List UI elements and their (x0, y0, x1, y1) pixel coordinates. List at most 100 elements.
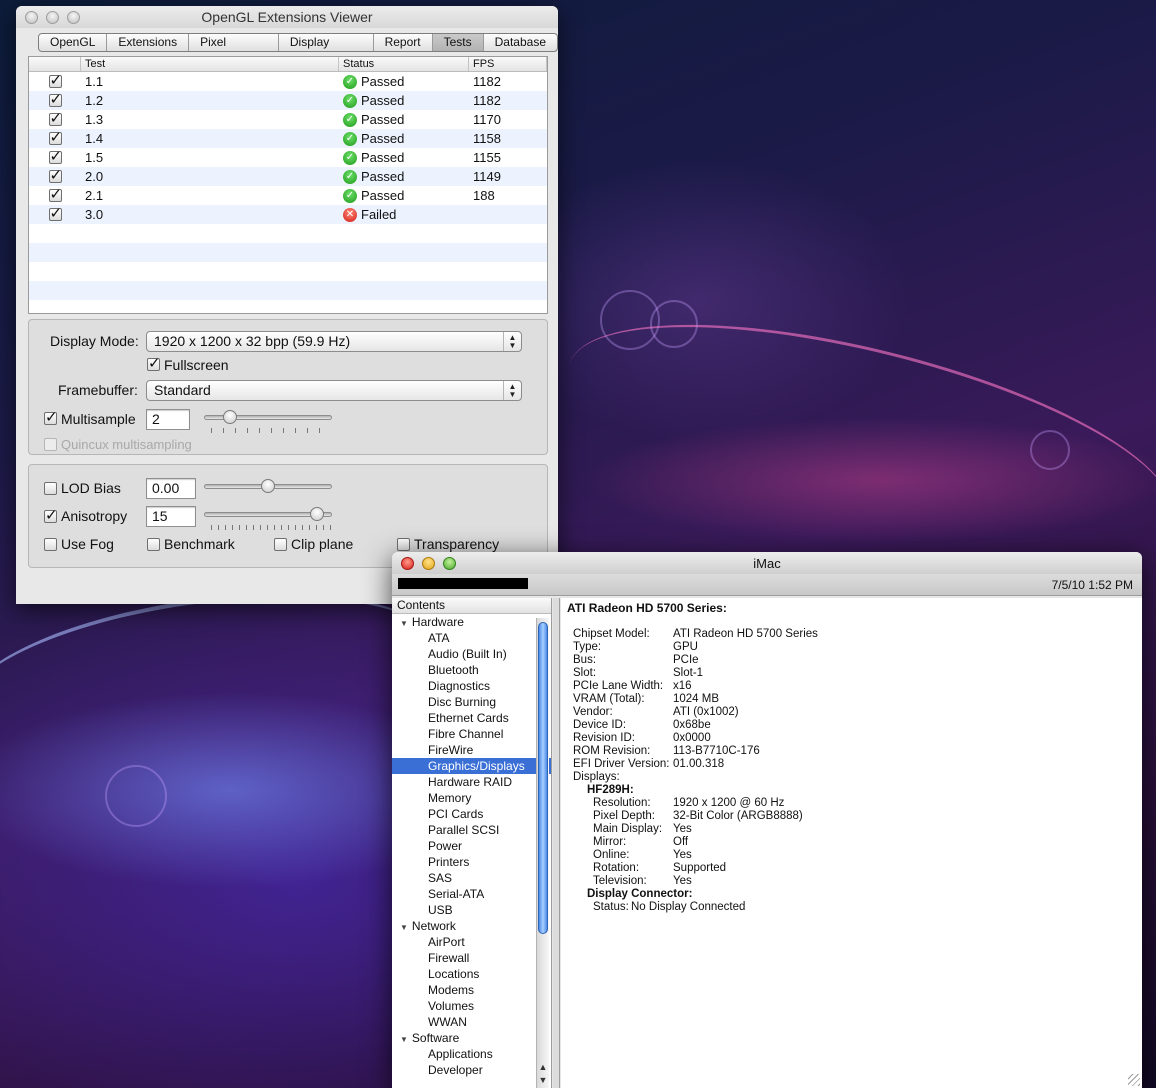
zoom-button[interactable] (67, 10, 80, 24)
tree-item-printers[interactable]: Printers (392, 854, 551, 870)
multisample-field[interactable]: 2 (146, 409, 190, 430)
tree-item-hardware-raid[interactable]: Hardware RAID (392, 774, 551, 790)
tree-item-applications[interactable]: Applications (392, 1046, 551, 1062)
info-key: Chipset Model: (573, 628, 650, 640)
test-checkbox[interactable] (48, 185, 62, 203)
scroll-up-icon[interactable]: ▲ (537, 1062, 549, 1072)
tree-item-memory[interactable]: Memory (392, 790, 551, 806)
tree-item-fibre-channel[interactable]: Fibre Channel (392, 726, 551, 742)
close-button[interactable] (25, 10, 38, 24)
slider-knob[interactable] (310, 507, 324, 521)
tab-extensions[interactable]: Extensions (107, 34, 190, 51)
table-row[interactable]: 1.4 ✓ Passed 1158 (29, 128, 547, 148)
tree-group-software[interactable]: Software (392, 1030, 551, 1046)
scrollbar-thumb[interactable] (538, 622, 548, 934)
scroll-down-icon[interactable]: ▼ (537, 1075, 549, 1085)
test-fps: 1182 (473, 74, 501, 89)
pane-splitter[interactable] (553, 598, 560, 1088)
tree-item-disc-burning[interactable]: Disc Burning (392, 694, 551, 710)
tree-item-serial-ata[interactable]: Serial-ATA (392, 886, 551, 902)
tree-item-developer[interactable]: Developer (392, 1062, 551, 1078)
close-button[interactable] (401, 556, 414, 570)
popup-arrows-icon: ▲ ▼ (503, 381, 521, 400)
tab-tests[interactable]: Tests (432, 34, 484, 51)
empty-row (29, 262, 547, 281)
transparency-checkbox[interactable] (397, 538, 410, 551)
tree-item-firewall[interactable]: Firewall (392, 950, 551, 966)
tree-item-firewire[interactable]: FireWire (392, 742, 551, 758)
tree-item-power[interactable]: Power (392, 838, 551, 854)
tree-item-pci-cards[interactable]: PCI Cards (392, 806, 551, 822)
column-header-test[interactable]: Test (81, 57, 339, 71)
test-checkbox[interactable] (48, 204, 62, 222)
tree-item-sas[interactable]: SAS (392, 870, 551, 886)
tree-group-hardware[interactable]: Hardware (392, 614, 551, 630)
column-header-status[interactable]: Status (339, 57, 469, 71)
table-row[interactable]: 2.0 ✓ Passed 1149 (29, 166, 547, 186)
test-checkbox[interactable] (48, 71, 62, 89)
multisample-checkbox[interactable] (44, 408, 58, 426)
tab-display-modes[interactable]: Display Modes (279, 34, 374, 51)
table-row[interactable]: 1.2 ✓ Passed 1182 (29, 90, 547, 110)
benchmark-checkbox[interactable] (147, 538, 160, 551)
minimize-button[interactable] (422, 556, 435, 570)
test-checkbox[interactable] (48, 166, 62, 184)
display-mode-popup[interactable]: 1920 x 1200 x 32 bpp (59.9 Hz) ▲ ▼ (146, 331, 522, 352)
test-checkbox[interactable] (48, 147, 62, 165)
lod-bias-checkbox[interactable] (44, 482, 57, 495)
tree-item-graphics-displays[interactable]: Graphics/Displays (392, 758, 551, 774)
tab-pixel-formats[interactable]: Pixel Formats (189, 34, 279, 51)
test-name: 2.0 (85, 169, 104, 184)
tree-item-parallel-scsi[interactable]: Parallel SCSI (392, 822, 551, 838)
info-row: Status: No Display Connected (567, 901, 1136, 914)
anisotropy-field[interactable]: 15 (146, 506, 196, 527)
tree-item-locations[interactable]: Locations (392, 966, 551, 982)
info-value: 1920 x 1200 @ 60 Hz (673, 797, 785, 809)
anisotropy-checkbox[interactable] (44, 506, 58, 524)
test-checkbox[interactable] (48, 90, 62, 108)
sidebar-scrollbar[interactable]: ▲ ▼ (536, 618, 549, 1088)
test-checkbox[interactable] (48, 109, 62, 127)
tab-report[interactable]: Report (374, 34, 433, 51)
test-checkbox[interactable] (48, 128, 62, 146)
tree-item-volumes[interactable]: Volumes (392, 998, 551, 1014)
table-row[interactable]: 1.5 ✓ Passed 1155 (29, 147, 547, 167)
table-row[interactable]: 2.1 ✓ Passed 188 (29, 185, 547, 205)
quincunx-checkbox[interactable] (44, 438, 57, 451)
tree-item-modems[interactable]: Modems (392, 982, 551, 998)
slider-knob[interactable] (223, 410, 237, 424)
lod-bias-field[interactable]: 0.00 (146, 478, 196, 499)
zoom-button[interactable] (443, 556, 456, 570)
tree-item-usb[interactable]: USB (392, 902, 551, 918)
column-header-check[interactable] (29, 57, 81, 71)
info-key: Resolution: (593, 797, 651, 809)
lod-bias-slider[interactable] (204, 478, 332, 496)
tab-database[interactable]: Database (484, 34, 557, 51)
resize-grip-icon[interactable] (1128, 1074, 1140, 1086)
clip-plane-checkbox[interactable] (274, 538, 287, 551)
test-status: ✕ Failed (339, 207, 469, 222)
table-row[interactable]: 1.3 ✓ Passed 1170 (29, 109, 547, 129)
minimize-button[interactable] (46, 10, 59, 24)
tree-group-network[interactable]: Network (392, 918, 551, 934)
multisample-slider[interactable] (204, 409, 332, 427)
test-name: 3.0 (85, 207, 104, 222)
slider-knob[interactable] (261, 479, 275, 493)
info-value: 0x68be (673, 719, 711, 731)
tree-item-wwan[interactable]: WWAN (392, 1014, 551, 1030)
table-row[interactable]: 3.0 ✕ Failed (29, 204, 547, 224)
table-row[interactable]: 1.1 ✓ Passed 1182 (29, 71, 547, 91)
tree-item-airport[interactable]: AirPort (392, 934, 551, 950)
column-header-fps[interactable]: FPS (469, 57, 547, 71)
tree-item-bluetooth[interactable]: Bluetooth (392, 662, 551, 678)
tab-opengl[interactable]: OpenGL (39, 34, 108, 51)
tree-item-diagnostics[interactable]: Diagnostics (392, 678, 551, 694)
anisotropy-slider[interactable] (204, 506, 332, 524)
tree-item-ethernet-cards[interactable]: Ethernet Cards (392, 710, 551, 726)
fullscreen-checkbox[interactable] (147, 354, 161, 372)
tree-item-audio-built-in[interactable]: Audio (Built In) (392, 646, 551, 662)
use-fog-checkbox[interactable] (44, 538, 57, 551)
info-row: Type: GPU (567, 641, 1136, 654)
framebuffer-popup[interactable]: Standard ▲ ▼ (146, 380, 522, 401)
tree-item-ata[interactable]: ATA (392, 630, 551, 646)
